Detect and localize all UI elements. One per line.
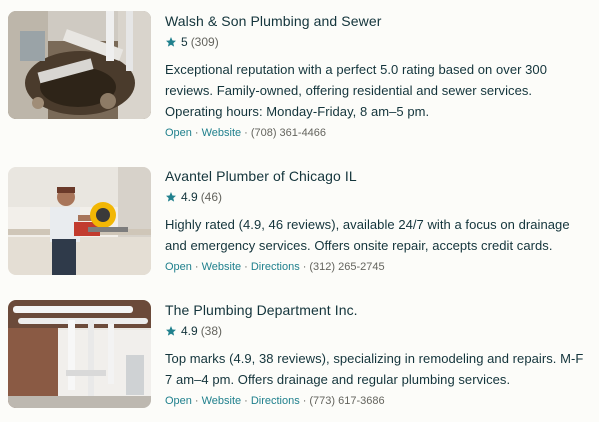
- place-card[interactable]: The Plumbing Department Inc. 4.9 (38) To…: [0, 289, 599, 409]
- website-link[interactable]: Website: [202, 395, 242, 407]
- place-thumbnail-image: [8, 300, 151, 408]
- place-rating: 4.9 (46): [165, 189, 593, 205]
- place-description: Highly rated (4.9, 46 reviews), availabl…: [165, 217, 570, 253]
- website-link[interactable]: Website: [202, 261, 242, 273]
- basement-pipes-photo[interactable]: [8, 300, 151, 408]
- place-rating: 4.9 (38): [165, 323, 593, 339]
- place-thumbnail-image: [8, 167, 151, 275]
- rating-value: 5: [181, 35, 188, 49]
- place-thumbnail-image: [8, 11, 151, 119]
- places-results-list: Walsh & Son Plumbing and Sewer 5 (309) E…: [0, 0, 599, 422]
- star-icon: [165, 191, 177, 203]
- place-name[interactable]: Avantel Plumber of Chicago IL: [165, 167, 593, 185]
- rating-value: 4.9: [181, 190, 198, 204]
- separator: ·: [194, 127, 199, 139]
- website-link[interactable]: Website: [202, 127, 242, 139]
- separator: ·: [244, 395, 248, 407]
- place-info: Walsh & Son Plumbing and Sewer 5 (309) E…: [165, 12, 593, 141]
- place-card[interactable]: Walsh & Son Plumbing and Sewer 5 (309) E…: [0, 0, 599, 139]
- place-name[interactable]: Walsh & Son Plumbing and Sewer: [165, 12, 593, 30]
- separator: ·: [244, 127, 248, 139]
- phone-number[interactable]: (312) 265-2745: [309, 261, 384, 273]
- place-name[interactable]: The Plumbing Department Inc.: [165, 301, 593, 319]
- open-status: Open: [165, 395, 192, 407]
- place-info: Avantel Plumber of Chicago IL 4.9 (46) H…: [165, 167, 593, 275]
- directions-link[interactable]: Directions: [251, 395, 300, 407]
- separator: ·: [194, 261, 199, 273]
- place-card[interactable]: Avantel Plumber of Chicago IL 4.9 (46) H…: [0, 155, 599, 275]
- place-meta-links: Open · Website · Directions · (773) 617-3686: [165, 394, 593, 409]
- review-count: (309): [190, 35, 219, 49]
- star-icon: [165, 325, 177, 337]
- place-meta-links: Open · Website · (708) 361-4466: [165, 126, 593, 141]
- separator: ·: [302, 395, 307, 407]
- sewer-pipe-photo[interactable]: [8, 11, 151, 119]
- separator: ·: [244, 261, 248, 273]
- directions-link[interactable]: Directions: [251, 261, 300, 273]
- place-info: The Plumbing Department Inc. 4.9 (38) To…: [165, 301, 593, 409]
- place-rating: 5 (309): [165, 34, 593, 50]
- place-description: Exceptional reputation with a perfect 5.…: [165, 62, 547, 119]
- star-icon: [165, 36, 177, 48]
- place-meta-links: Open · Website · Directions · (312) 265-2745: [165, 260, 593, 275]
- place-description: Top marks (4.9, 38 reviews), specializin…: [165, 351, 584, 387]
- open-status: Open: [165, 127, 192, 139]
- review-count: (38): [200, 324, 223, 338]
- separator: ·: [194, 395, 199, 407]
- phone-number[interactable]: (708) 361-4466: [251, 127, 326, 139]
- rating-value: 4.9: [181, 324, 198, 338]
- open-status: Open: [165, 261, 192, 273]
- review-count: (46): [200, 190, 223, 204]
- worker-saw-photo[interactable]: [8, 167, 151, 275]
- phone-number[interactable]: (773) 617-3686: [309, 395, 384, 407]
- separator: ·: [302, 261, 307, 273]
